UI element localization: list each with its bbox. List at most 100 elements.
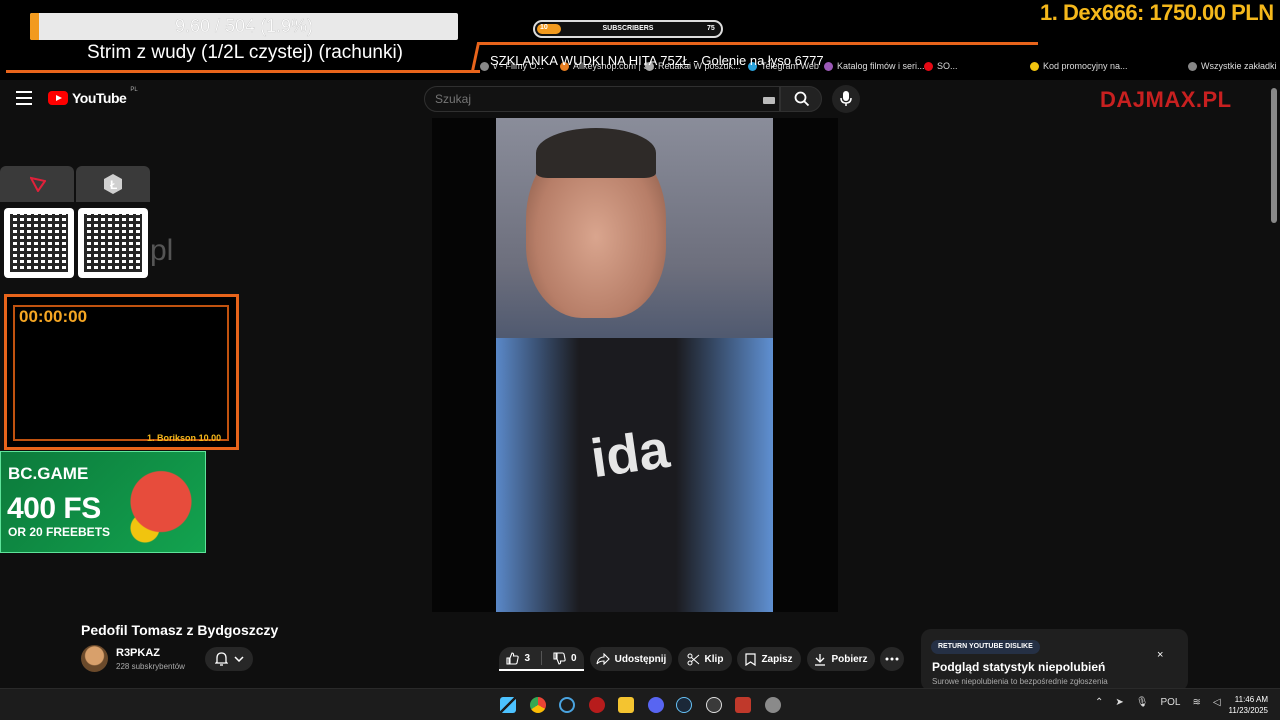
clip-label: Klip — [704, 653, 724, 665]
save-button[interactable]: Zapisz — [737, 647, 801, 671]
donation-goal-text: 9.60 / 504 (1.9%) — [174, 16, 314, 36]
brand-watermark: DAJMAX.PL — [1100, 87, 1232, 112]
timer-donor-amount: 10.00 — [198, 433, 222, 443]
share-button[interactable]: Udostępnij — [590, 647, 672, 671]
download-button[interactable]: Pobierz — [807, 647, 875, 671]
chevron-down-icon — [233, 656, 244, 662]
discord-icon[interactable] — [648, 697, 664, 713]
steam-icon[interactable] — [676, 697, 692, 713]
volume-icon[interactable]: ◁ — [1213, 697, 1221, 708]
youtube-region: PL — [130, 87, 138, 93]
voice-search-button[interactable] — [832, 85, 860, 113]
bc-game-logo: BC.GAME — [8, 464, 89, 483]
download-label: Pobierz — [831, 653, 868, 665]
youtube-logo[interactable]: YouTube PL — [48, 87, 138, 106]
download-icon — [815, 653, 826, 666]
bc-game-ad-banner[interactable]: BC.GAME 400 FS OR 20 FREEBETS — [0, 451, 206, 553]
donation-goal-bar: 9.60 / 504 (1.9%) — [30, 13, 458, 40]
chrome-icon[interactable] — [530, 697, 546, 713]
microphone-icon — [840, 91, 852, 106]
search-button[interactable] — [780, 86, 822, 112]
return-dislike-description: Surowe niepolubienia to bezpośrednie zgł… — [932, 677, 1108, 686]
bookmark-item[interactable]: SO... — [924, 61, 958, 71]
timer-donor-name: Borikson — [157, 433, 197, 443]
subscribers-max: 75 — [707, 25, 715, 32]
bookmark-label: Kod promocyjny na... — [1043, 61, 1128, 71]
bookmark-favicon-icon — [1188, 61, 1197, 71]
close-icon[interactable]: × — [1157, 649, 1163, 661]
bookmark-favicon-icon — [924, 61, 933, 71]
language-indicator[interactable]: POL — [1160, 697, 1180, 708]
stream-title: Strim z wudy (1/2L czystej) (rachunki) — [86, 42, 404, 63]
video-jacket-print: ida — [587, 418, 673, 490]
clip-button[interactable]: Klip — [678, 647, 732, 671]
return-dislike-badge: RETURN YOUTUBE DISLIKE — [931, 640, 1040, 654]
return-dislike-title: Podgląd statystyk niepolubień — [932, 660, 1106, 674]
svg-text:Ł: Ł — [110, 178, 117, 192]
channel-name[interactable]: R3PKAZ — [116, 647, 160, 659]
microphone-tray-icon[interactable]: 🎙 — [1136, 697, 1149, 708]
bookmark-label: Wszystkie zakładki — [1201, 61, 1277, 71]
search-input[interactable] — [435, 92, 735, 106]
like-count[interactable]: 3 — [524, 653, 530, 664]
timer-widget: 00:00:00 1. Borikson 10.00 — [4, 294, 239, 450]
thumbs-up-icon[interactable] — [506, 651, 520, 665]
overlay-divider-slant — [470, 42, 481, 72]
qr-code-tron — [4, 208, 74, 278]
timer-donor-rank: 1. — [147, 433, 155, 443]
litecoin-tab[interactable]: Ł — [76, 166, 150, 202]
bookmark-label: SO... — [937, 61, 958, 71]
more-actions-button[interactable] — [880, 647, 904, 671]
tron-tab[interactable] — [0, 166, 74, 202]
hamburger-menu-icon[interactable] — [16, 91, 32, 105]
ccleaner-icon[interactable] — [559, 697, 575, 713]
like-dislike-group: 3 0 — [499, 647, 584, 671]
page-scrollbar[interactable] — [1271, 88, 1277, 223]
top-donor-name: Dex666: — [1062, 0, 1144, 25]
dislike-count[interactable]: 0 — [571, 653, 577, 664]
bookmark-favicon-icon — [480, 61, 489, 71]
bell-icon — [214, 652, 228, 666]
overlay-divider-upper — [478, 42, 1038, 45]
windows-taskbar: ⌃ ➤ 🎙 POL ≋ ◁ 11:46 AM 11/23/2025 — [0, 688, 1280, 720]
video-frame[interactable]: ida — [496, 118, 773, 612]
network-app-icon[interactable]: ➤ — [1115, 697, 1123, 708]
windows-start-icon[interactable] — [500, 697, 516, 713]
bookmark-favicon-icon — [1030, 61, 1039, 71]
litecoin-icon: Ł — [104, 174, 122, 194]
like-divider — [541, 651, 542, 665]
bookmark-item[interactable]: Kod promocyjny na... — [1030, 61, 1128, 71]
search-icon — [794, 91, 810, 107]
save-label: Zapisz — [761, 653, 793, 665]
thumbs-down-icon[interactable] — [553, 651, 566, 665]
bookmark-label: Katalog filmów i seri... — [837, 61, 925, 71]
keyboard-icon[interactable] — [763, 97, 775, 104]
top-donor-rank: 1. — [1040, 0, 1058, 25]
timer-top-donor: 1. Borikson 10.00 — [147, 433, 221, 443]
media-app-icon[interactable] — [735, 697, 751, 713]
subscribers-label: SUBSCRIBERS — [602, 25, 654, 32]
timer-value: 00:00:00 — [19, 307, 88, 326]
taskbar-clock[interactable]: 11:46 AM 11/23/2025 — [1222, 694, 1268, 716]
chevron-up-icon[interactable]: ⌃ — [1095, 697, 1103, 708]
channel-avatar[interactable] — [81, 645, 108, 672]
obs-icon[interactable] — [706, 697, 722, 713]
bookmark-item[interactable]: Katalog filmów i seri... — [824, 61, 925, 71]
return-dislike-card: RETURN YOUTUBE DISLIKE Podgląd statystyk… — [921, 629, 1188, 691]
clock-date: 11/23/2025 — [1228, 706, 1268, 715]
video-subject-hair — [536, 128, 656, 178]
search-box — [424, 86, 780, 112]
notification-bell-button[interactable] — [205, 647, 253, 671]
youtube-logo-text: YouTube — [72, 90, 127, 106]
folder-icon[interactable] — [618, 697, 634, 713]
clock-time: 11:46 AM — [1234, 695, 1268, 704]
bookmark-item[interactable]: Wszystkie zakładki — [1188, 61, 1277, 71]
stream-ticker: SZKLANKA WUDKI NA HITA 75ZŁ - Golenie na… — [490, 53, 824, 68]
scissors-icon — [687, 653, 699, 665]
top-donor-amount: 1750.00 PLN — [1149, 0, 1275, 25]
antivirus-icon[interactable] — [589, 697, 605, 713]
qr-code-litecoin — [78, 208, 148, 278]
subscribers-goal-bar: 10 SUBSCRIBERS 75 — [533, 20, 723, 38]
settings-gear-icon[interactable] — [765, 697, 781, 713]
wifi-icon[interactable]: ≋ — [1193, 697, 1201, 708]
